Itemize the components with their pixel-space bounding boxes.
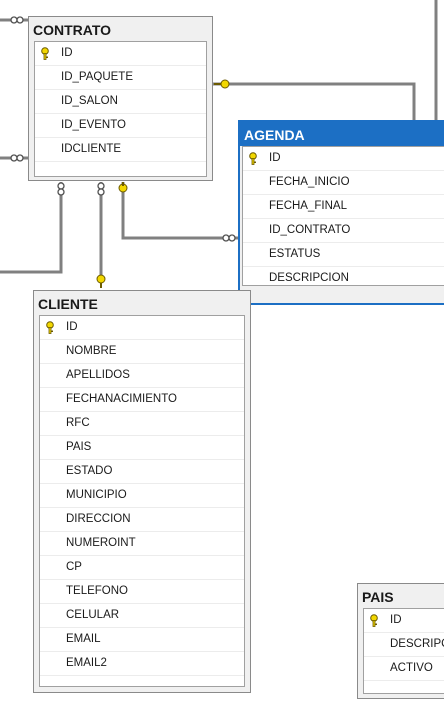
relationship-endpoints <box>10 16 236 288</box>
key-endpoint-icon <box>96 274 106 288</box>
infinity-endpoint-icon <box>10 154 24 162</box>
infinity-endpoint-icon <box>97 182 105 196</box>
key-endpoint-icon <box>118 182 128 193</box>
infinity-endpoint-icon <box>57 182 65 196</box>
infinity-endpoint-icon <box>222 234 236 242</box>
key-endpoint-icon <box>214 79 230 89</box>
infinity-endpoint-icon <box>10 16 24 24</box>
